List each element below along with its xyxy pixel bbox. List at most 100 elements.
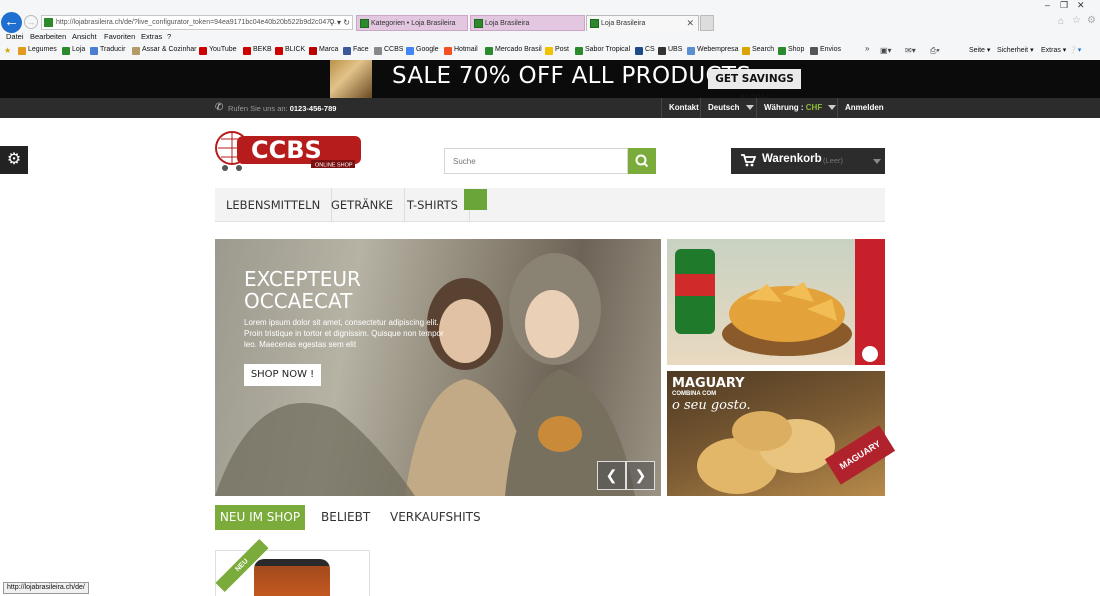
fav-icon [199,47,207,55]
fav-icon [243,47,251,55]
banner-tagline: o seu gosto. [672,398,751,413]
fav-icon [343,47,351,55]
fav-icon [62,47,70,55]
fav-envios[interactable]: Envios [810,46,841,55]
fav-assar[interactable]: Assar & Cozinhar [132,46,196,55]
chevron-down-icon [873,159,881,164]
fav-traducir[interactable]: Traducir [90,46,125,55]
banner-subtitle: COMBINA COM [672,391,717,397]
favorites-star-icon[interactable]: ★ [4,46,11,55]
fav-mercado-brasil[interactable]: Mercado Brasil [485,46,542,55]
fav-icon [374,47,382,55]
status-bar-url: http://lojabrasileira.ch/de/ [3,582,89,594]
forward-arrow-icon[interactable]: → [24,15,38,29]
mail-icon[interactable]: ✉▾ [905,46,916,55]
fav-youtube[interactable]: YouTube [199,46,237,55]
menu-help[interactable]: ? [167,32,171,41]
live-configurator-gear-icon[interactable]: ⚙ [0,146,28,174]
minimize-icon[interactable]: – [1045,0,1050,10]
fav-face[interactable]: Face [343,46,369,55]
fav-icon [575,47,583,55]
currency-select[interactable]: Währung : CHF [756,98,837,118]
toolbar-extras[interactable]: Extras ▾ [1041,46,1066,54]
fav-bekb[interactable]: BEKB [243,46,272,55]
login-link[interactable]: Anmelden [837,98,885,118]
search-input[interactable] [444,148,628,174]
slider-prev-icon[interactable]: ❮ [597,461,626,490]
fav-icon [635,47,643,55]
slider-next-icon[interactable]: ❯ [626,461,655,490]
home-icon[interactable]: ⌂ [1058,16,1064,27]
menu-ansicht[interactable]: Ansicht [72,32,97,41]
search-refresh-icon[interactable]: ⚲ ▾ ↻ [329,16,350,29]
fav-post[interactable]: Post [545,46,569,55]
contact-link[interactable]: Kontakt [661,98,700,118]
fav-cs[interactable]: CS [635,46,655,55]
get-savings-button[interactable]: GET SAVINGS NOW [708,69,801,105]
toolbar-sicherheit[interactable]: Sicherheit ▾ [997,46,1034,54]
tab-neu-im-shop[interactable]: NEU IM SHOP [215,505,305,530]
fav-icon [545,47,553,55]
fav-legumes[interactable]: Legumes [18,46,57,55]
fav-google[interactable]: Google [406,46,439,55]
gear-icon[interactable]: ⚙ [1087,15,1096,26]
fav-blick[interactable]: BLICK [275,46,305,55]
more-favorites-icon[interactable]: » [865,44,869,53]
ccbs-logo[interactable]: CCBS ONLINE SHOP [215,128,361,172]
snacks-photo [675,239,885,365]
nav-tshirts[interactable]: T-SHIRTS [396,188,470,222]
new-tab-button[interactable] [700,15,714,31]
menu-favoriten[interactable]: Favoriten [104,32,135,41]
close-tab-icon[interactable]: ✕ [686,16,694,31]
nav-getraenke[interactable]: GETRÄNKE [320,188,406,222]
close-window-icon[interactable]: ✕ [1077,0,1085,11]
fav-ccbs[interactable]: CCBS [374,46,403,55]
address-bar[interactable]: http://lojabrasileira.ch/de/?live_config… [41,15,353,30]
address-text: http://lojabrasileira.ch/de/?live_config… [56,19,337,26]
cart-icon [741,154,756,167]
menu-datei[interactable]: Datei [6,32,24,41]
tab-label: Kategorien • Loja Brasileira [371,20,456,27]
fav-search[interactable]: Search [742,46,774,55]
toolbar-seite[interactable]: Seite ▾ [969,46,990,54]
tab-verkaufshits[interactable]: VERKAUFSHITS [390,505,481,530]
fav-webempresa[interactable]: Webempresa [687,46,739,55]
star-icon[interactable]: ☆ [1072,15,1081,26]
feeds-icon[interactable]: ▣▾ [880,46,892,55]
browser-tab-active[interactable]: Loja Brasileira ✕ [586,15,699,31]
browser-tab-kategorien[interactable]: Kategorien • Loja Brasileira [356,15,468,31]
fav-ubs[interactable]: UBS [658,46,682,55]
tab-favicon-icon [360,19,369,28]
menu-extras[interactable]: Extras [141,32,162,41]
chevron-down-icon [828,105,837,111]
logo-text: CCBS [251,136,322,164]
top-nav-bar [0,98,1100,118]
product-image[interactable] [254,559,330,596]
fav-sabor-tropical[interactable]: Sabor Tropical [575,46,630,55]
tab-favicon-icon [474,19,483,28]
fav-hotmail[interactable]: Hotmail [444,46,478,55]
fav-loja[interactable]: Loja [62,46,85,55]
fav-marca[interactable]: Marca [309,46,338,55]
tab-beliebt[interactable]: BELIEBT [321,505,370,530]
fav-icon [444,47,452,55]
help-icon[interactable]: ❔▾ [1069,46,1081,54]
browser-tab-loja[interactable]: Loja Brasileira [470,15,585,31]
banner-snacks[interactable] [667,239,885,365]
fav-icon [687,47,695,55]
fav-icon [132,47,140,55]
fav-shop[interactable]: Shop [778,46,804,55]
print-icon[interactable]: ⎙▾ [930,46,940,56]
fav-icon [778,47,786,55]
tab-label: Loja Brasileira [601,20,646,27]
search-button[interactable] [628,148,656,174]
shop-now-button[interactable]: SHOP NOW ! [244,364,321,386]
language-select[interactable]: Deutsch [700,98,756,118]
menu-bar [0,32,1100,44]
menu-bearbeiten[interactable]: Bearbeiten [30,32,66,41]
back-arrow-icon[interactable]: ← [1,12,22,33]
restore-icon[interactable]: ❐ [1060,0,1068,11]
cart-status: (Leer) [823,156,844,165]
nav-extra-item[interactable] [464,189,487,210]
nav-lebensmitteln[interactable]: LEBENSMITTELN [215,188,333,222]
